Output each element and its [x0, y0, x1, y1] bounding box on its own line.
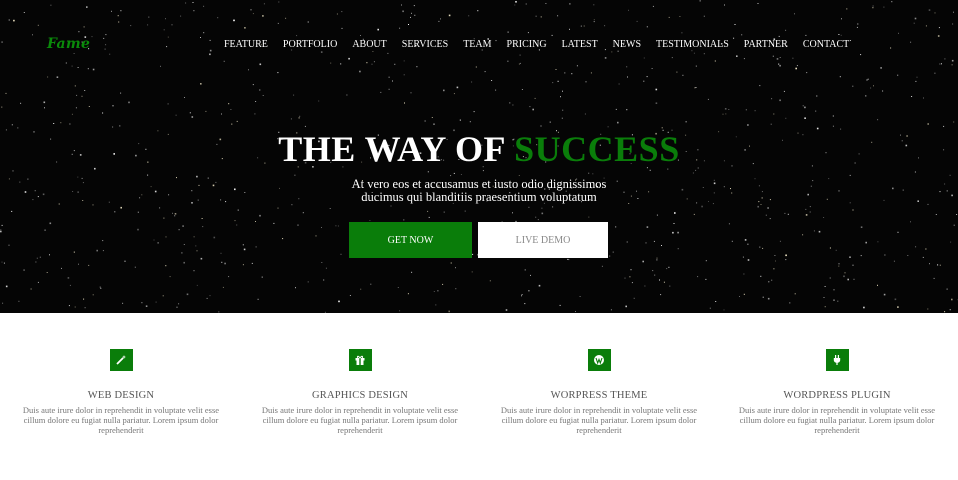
- plug-icon: [825, 349, 849, 371]
- feature-graphics-design: GRAPHICS DESIGN Duis aute irure dolor in…: [258, 349, 462, 435]
- feature-wordpress-theme: WORPRESS THEME Duis aute irure dolor in …: [497, 349, 701, 435]
- feature-title: GRAPHICS DESIGN: [311, 390, 409, 401]
- nav-item-news[interactable]: NEWS: [613, 39, 641, 50]
- nav-item-services[interactable]: SERVICES: [402, 39, 448, 50]
- nav-item-team[interactable]: TEAM: [463, 39, 491, 50]
- hero-subtext: At vero eos et accusamus et iusto odio d…: [329, 178, 629, 204]
- nav-item-contact[interactable]: CONTACT: [803, 39, 849, 50]
- nav-item-partner[interactable]: PARTNER: [744, 39, 788, 50]
- feature-web-design: WEB DESIGN Duis aute irure dolor in repr…: [19, 349, 223, 435]
- feature-wordpress-plugin: WORDPRESS PLUGIN Duis aute irure dolor i…: [735, 349, 939, 435]
- feature-title: WEB DESIGN: [87, 390, 155, 401]
- live-demo-button[interactable]: LIVE DEMO: [478, 222, 608, 258]
- nav-item-latest[interactable]: LATEST: [562, 39, 598, 50]
- hero-headline: THE WAY OF SUCCESS: [0, 128, 958, 170]
- gift-icon: [348, 349, 372, 371]
- feature-title: WORPRESS THEME: [550, 390, 648, 401]
- feature-text: Duis aute irure dolor in reprehendit in …: [261, 405, 459, 435]
- nav-item-about[interactable]: ABOUT: [352, 39, 386, 50]
- headline-prefix: THE WAY OF: [278, 129, 505, 169]
- headline-accent: SUCCESS: [514, 129, 680, 169]
- hero-subtext-line-2: ducimus qui blanditiis praesentium volup…: [361, 190, 597, 204]
- feature-text: Duis aute irure dolor in reprehendit in …: [22, 405, 220, 435]
- wordpress-icon: [587, 349, 611, 371]
- nav-item-pricing[interactable]: PRICING: [507, 39, 547, 50]
- main-nav: FEATURE PORTFOLIO ABOUT SERVICES TEAM PR…: [224, 39, 849, 50]
- magic-wand-icon: [109, 349, 133, 371]
- nav-item-testimonials[interactable]: TESTIMONIALS: [656, 39, 729, 50]
- get-now-button[interactable]: GET NOW: [349, 222, 472, 258]
- nav-item-portfolio[interactable]: PORTFOLIO: [283, 39, 337, 50]
- site-logo[interactable]: Fame: [47, 36, 90, 52]
- features-section: WEB DESIGN Duis aute irure dolor in repr…: [0, 313, 958, 480]
- feature-text: Duis aute irure dolor in reprehendit in …: [500, 405, 698, 435]
- feature-text: Duis aute irure dolor in reprehendit in …: [738, 405, 936, 435]
- feature-title: WORDPRESS PLUGIN: [783, 390, 891, 401]
- hero-section: Fame FEATURE PORTFOLIO ABOUT SERVICES TE…: [0, 0, 958, 313]
- nav-item-feature[interactable]: FEATURE: [224, 39, 268, 50]
